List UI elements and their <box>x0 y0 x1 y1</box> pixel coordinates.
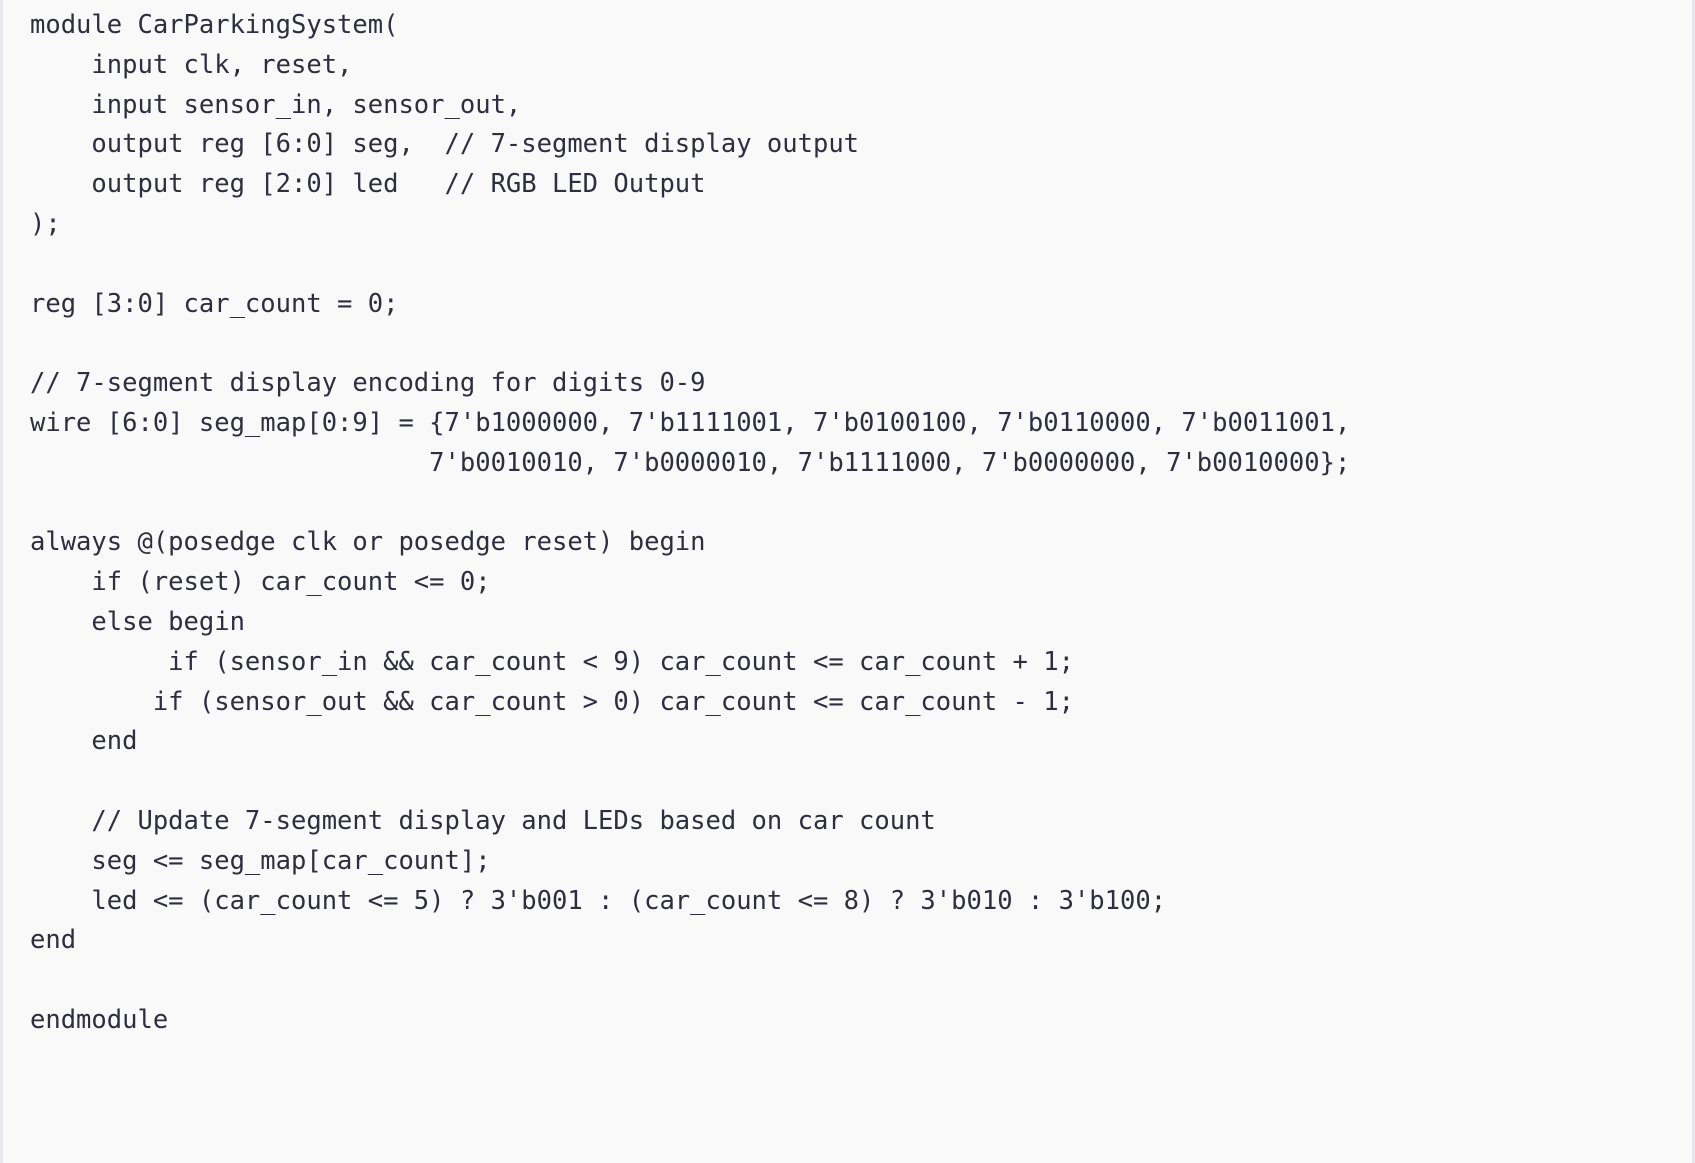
code-line: wire [6:0] seg_map[0:9] = {7'b1000000, 7… <box>30 407 1351 438</box>
code-line: else begin <box>30 606 245 637</box>
code-line: // 7-segment display encoding for digits… <box>30 368 706 399</box>
code-line: reg [3:0] car_count = 0; <box>30 288 399 319</box>
code-line: led <= (car_count <= 5) ? 3'b001 : (car_… <box>30 885 1167 916</box>
code-line: endmodule <box>30 1004 169 1035</box>
code-line: 7'b0010010, 7'b0000010, 7'b1111000, 7'b0… <box>30 447 1351 478</box>
code-line: input clk, reset, <box>30 49 353 80</box>
code-line: if (sensor_in && car_count < 9) car_coun… <box>30 646 1074 677</box>
code-line: // Update 7-segment display and LEDs bas… <box>30 805 936 836</box>
code-line: seg <= seg_map[car_count]; <box>30 845 491 876</box>
code-line: output reg [2:0] led // RGB LED Output <box>30 169 706 200</box>
code-line: ); <box>30 208 61 239</box>
code-line: output reg [6:0] seg, // 7-segment displ… <box>30 129 860 160</box>
code-line: if (sensor_out && car_count > 0) car_cou… <box>30 686 1074 717</box>
code-line: end <box>30 925 77 956</box>
code-body: module CarParkingSystem( input clk, rese… <box>3 6 1692 1041</box>
code-line: input sensor_in, sensor_out, <box>30 89 522 120</box>
code-line: always @(posedge clk or posedge reset) b… <box>30 527 706 558</box>
code-line: if (reset) car_count <= 0; <box>30 567 491 598</box>
code-block-container: module CarParkingSystem( input clk, rese… <box>0 0 1695 1163</box>
code-line: module CarParkingSystem( <box>30 10 399 40</box>
code-line: end <box>30 726 138 757</box>
verilog-source-code[interactable]: module CarParkingSystem( input clk, rese… <box>3 6 1692 1041</box>
